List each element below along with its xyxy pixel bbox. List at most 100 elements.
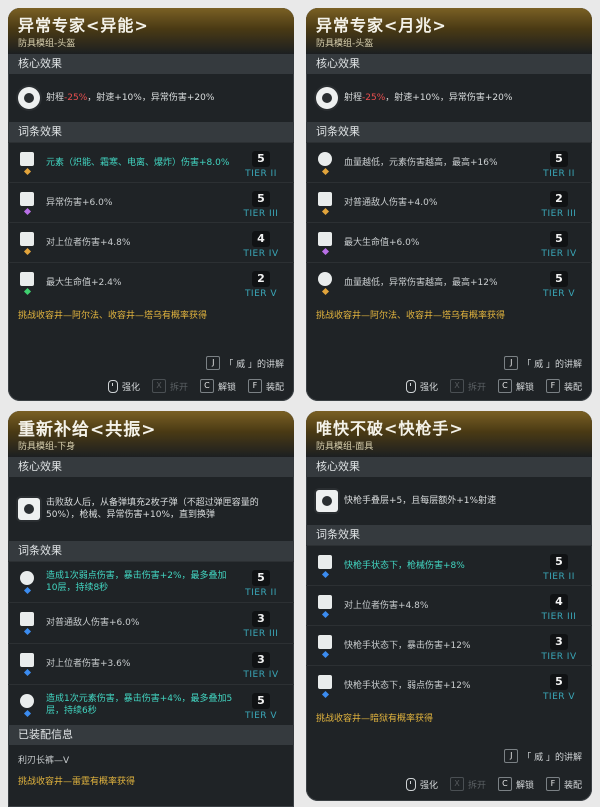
upgrade-button[interactable]: 强化 <box>405 777 438 791</box>
affix-text: 对普通敌人伤害+4.0% <box>344 197 438 208</box>
card-actions: 强化 X 拆开 C 解锁 F 装配 <box>306 379 592 393</box>
affix-row[interactable]: 对上位者伤害+4.8% 4 TIER IV <box>8 222 294 262</box>
explain-hint-text: 「 威 」的讲解 <box>522 752 582 763</box>
explain-hint[interactable]: J 「 威 」的讲解 <box>504 749 582 763</box>
affix-text: 对普通敌人伤害+6.0% <box>46 618 140 628</box>
core-effect-row: 射程-25%，射速+10%，异常伤害+20% <box>8 74 294 122</box>
card-header: 异常专家<异能> 防具模组-头盔 <box>8 8 294 54</box>
gunslinger-icon <box>318 674 332 689</box>
affix-row[interactable]: 快枪手状态下，枪械伤害+8% 5 TIER II <box>306 545 592 585</box>
tier-value: 5 <box>252 570 270 586</box>
equip-button[interactable]: F 装配 <box>545 379 582 393</box>
ammo-icon <box>18 498 40 520</box>
card-actions: 强化 X 拆开 C 解锁 F 装配 <box>306 777 592 791</box>
swirl-icon <box>20 571 34 585</box>
tier-label: TIER III <box>541 208 577 219</box>
tier-value: 4 <box>252 230 270 247</box>
crown-figure-icon <box>20 231 34 246</box>
affix-row[interactable]: 对普通敌人伤害+4.0% 2 TIER III <box>306 182 592 222</box>
tier-value: 5 <box>252 190 270 207</box>
affix-text: 血量越低，元素伤害越高，最高+16% <box>344 157 498 168</box>
unlock-button[interactable]: C 解锁 <box>497 777 534 791</box>
core-effect-text: 击败敌人后，从备弹填充2枚子弹（不超过弹匣容量的50%），枪械、异常伤害+10%… <box>46 498 259 520</box>
tier-value: 5 <box>550 673 568 690</box>
rarity-dot <box>23 586 31 595</box>
affix-text: 快枪手状态下，弱点伤害+12% <box>344 680 471 691</box>
fist-icon <box>318 191 332 206</box>
explain-hint[interactable]: J 「 威 」的讲解 <box>504 356 582 370</box>
rarity-dot <box>23 668 31 677</box>
obtain-source: 挑战收容井—阿尔法、收容井—塔乌有概率获得 <box>316 311 506 321</box>
affix-row[interactable]: 对普通敌人伤害+6.0% 3 TIER III <box>8 602 294 643</box>
equip-button[interactable]: F 装配 <box>545 777 582 791</box>
tier-label: TIER IV <box>243 248 279 259</box>
affix-text: 对上位者伤害+4.8% <box>46 237 131 248</box>
rarity-dot <box>321 167 329 175</box>
rarity-dot <box>23 709 31 718</box>
dismantle-button[interactable]: X 拆开 <box>449 379 486 393</box>
tier-label: TIER III <box>243 208 279 219</box>
tier-label: TIER IV <box>541 651 577 662</box>
tier-value: 3 <box>252 611 270 627</box>
rarity-dot <box>321 247 329 255</box>
obtain-source: 挑战收容井—雷霆有概率获得 <box>18 777 136 787</box>
obtain-source: 挑战收容井—暗狱有概率获得 <box>316 714 434 724</box>
affix-row[interactable]: 对上位者伤害+3.6% 3 TIER IV <box>8 643 294 684</box>
tier-label: TIER III <box>243 629 279 639</box>
explain-hint[interactable]: J 「 威 」的讲解 <box>206 356 284 370</box>
card-subtitle: 防具模组-下身 <box>18 442 76 452</box>
affix-row[interactable]: 最大生命值+6.0% 5 TIER IV <box>306 222 592 262</box>
rarity-dot <box>321 287 329 295</box>
tier-label: TIER II <box>543 168 575 179</box>
core-effect-header: 核心效果 <box>306 54 592 74</box>
core-effect-row: 击败敌人后，从备弹填充2枚子弹（不超过弹匣容量的50%），枪械、异常伤害+10%… <box>8 477 294 541</box>
mod-card-anomaly-expert-power: 异常专家<异能> 防具模组-头盔 核心效果 射程-25%，射速+10%，异常伤害… <box>8 8 294 401</box>
upgrade-button[interactable]: 强化 <box>405 379 438 393</box>
rarity-dot <box>321 690 329 698</box>
unlock-button[interactable]: C 解锁 <box>497 379 534 393</box>
core-effect-text: 快枪手叠层+5，且每层额外+1%射速 <box>344 496 497 506</box>
affix-text: 元素（炽能、霜寒、电离、爆炸）伤害+8.0% <box>46 157 230 168</box>
affix-row[interactable]: 造成1次元素伤害，暴击伤害+4%，最多叠加5层，持续6秒 5 TIER V <box>8 684 294 725</box>
dismantle-button[interactable]: X 拆开 <box>151 379 188 393</box>
affix-row[interactable]: 对上位者伤害+4.8% 4 TIER III <box>306 585 592 625</box>
affix-row[interactable]: 造成1次弱点伤害，暴击伤害+2%，最多叠加10层，持续8秒 5 TIER II <box>8 561 294 602</box>
tier-label: TIER V <box>244 711 278 721</box>
rarity-dot <box>321 650 329 658</box>
mouse-icon <box>405 777 416 791</box>
affix-text: 对上位者伤害+4.8% <box>344 600 429 611</box>
tier-label: TIER II <box>245 168 277 179</box>
equipped-info-header: 已装配信息 <box>8 725 294 745</box>
affix-row[interactable]: 血量越低，异常伤害越高，最高+12% 5 TIER V <box>306 262 592 302</box>
affix-row[interactable]: 元素（炽能、霜寒、电离、爆炸）伤害+8.0% 5 TIER II <box>8 142 294 182</box>
tier-label: TIER V <box>244 288 278 299</box>
crown-figure-icon <box>20 653 34 667</box>
rarity-dot <box>23 627 31 636</box>
unlock-button[interactable]: C 解锁 <box>199 379 236 393</box>
affix-effect-header: 词条效果 <box>306 122 592 142</box>
dismantle-button[interactable]: X 拆开 <box>449 777 486 791</box>
mod-card-quick-draw-gunslinger: 唯快不破<快枪手> 防具模组-面具 核心效果 快枪手叠层+5，且每层额外+1%射… <box>306 411 592 801</box>
affix-row[interactable]: 最大生命值+2.4% 2 TIER V <box>8 262 294 302</box>
affix-effect-header: 词条效果 <box>8 541 294 561</box>
affix-row[interactable]: 血量越低，元素伤害越高，最高+16% 5 TIER II <box>306 142 592 182</box>
affix-row[interactable]: 快枪手状态下，暴击伤害+12% 3 TIER IV <box>306 625 592 665</box>
rarity-dot <box>23 207 31 215</box>
gunslinger-icon <box>318 634 332 649</box>
card-title: 异常专家<月兆> <box>316 16 447 35</box>
tier-value: 3 <box>550 633 568 650</box>
explain-hint-text: 「 威 」的讲解 <box>522 359 582 370</box>
affix-text: 血量越低，异常伤害越高，最高+12% <box>344 277 498 288</box>
gunslinger-icon <box>316 490 338 512</box>
affix-row[interactable]: 快枪手状态下，弱点伤害+12% 5 TIER V <box>306 665 592 705</box>
rarity-dot <box>23 167 31 175</box>
affix-row[interactable]: 异常伤害+6.0% 5 TIER III <box>8 182 294 222</box>
core-effect-header: 核心效果 <box>8 457 294 477</box>
upgrade-button[interactable]: 强化 <box>107 379 140 393</box>
obtain-source: 挑战收容井—阿尔法、收容井—塔乌有概率获得 <box>18 311 208 321</box>
tier-value: 5 <box>550 230 568 247</box>
tier-value: 3 <box>252 652 270 668</box>
tier-value: 5 <box>252 150 270 167</box>
equip-button[interactable]: F 装配 <box>247 379 284 393</box>
affix-effect-header: 词条效果 <box>306 525 592 545</box>
